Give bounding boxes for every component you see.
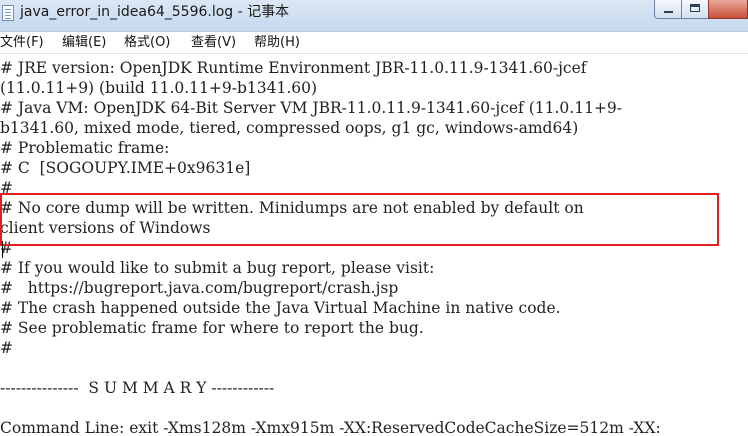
maximize-button[interactable] [681, 0, 709, 19]
maximize-icon [690, 4, 700, 12]
log-line: Command Line: exit -Xms128m -Xmx915m -XX… [0, 419, 661, 436]
menu-format[interactable]: 格式(O) [124, 32, 170, 53]
minimize-button[interactable] [654, 0, 682, 19]
log-line: b1341.60, mixed mode, tiered, compressed… [0, 119, 579, 137]
log-line: # If you would like to submit a bug repo… [0, 259, 435, 277]
menu-view[interactable]: 查看(V) [191, 32, 236, 53]
log-line: # https://bugreport.java.com/bugreport/c… [0, 279, 399, 297]
red-highlight-box [0, 193, 719, 246]
log-line: # [0, 339, 13, 357]
log-line: # See problematic frame for where to rep… [0, 319, 424, 337]
window-title: java_error_in_idea64_5596.log - 记事本 [20, 4, 290, 20]
log-line: # Java VM: OpenJDK 64-Bit Server VM JBR-… [0, 99, 623, 117]
log-line: --------------- S U M M A R Y ----------… [0, 379, 275, 397]
minimize-icon [664, 11, 673, 13]
log-line: # Problematic frame: [0, 139, 170, 157]
menu-bar: 文件(F) 编辑(E) 格式(O) 查看(V) 帮助(H) [0, 32, 748, 54]
log-line: (11.0.11+9) (build 11.0.11+9-b1341.60) [0, 79, 318, 97]
log-line: # JRE version: OpenJDK Runtime Environme… [0, 59, 587, 77]
log-line: # C [SOGOUPY.IME+0x9631e] [0, 159, 251, 177]
text-editor-area[interactable]: # JRE version: OpenJDK Runtime Environme… [0, 58, 748, 436]
title-bar[interactable]: java_error_in_idea64_5596.log - 记事本 [0, 0, 748, 32]
menu-help[interactable]: 帮助(H) [254, 32, 300, 53]
menu-file[interactable]: 文件(F) [0, 32, 44, 53]
notepad-icon [2, 5, 14, 21]
notepad-window: java_error_in_idea64_5596.log - 记事本 文件(F… [0, 0, 748, 436]
text-caret [2, 241, 3, 258]
close-button[interactable] [708, 0, 748, 19]
log-line: # The crash happened outside the Java Vi… [0, 299, 561, 317]
menu-edit[interactable]: 编辑(E) [62, 32, 106, 53]
